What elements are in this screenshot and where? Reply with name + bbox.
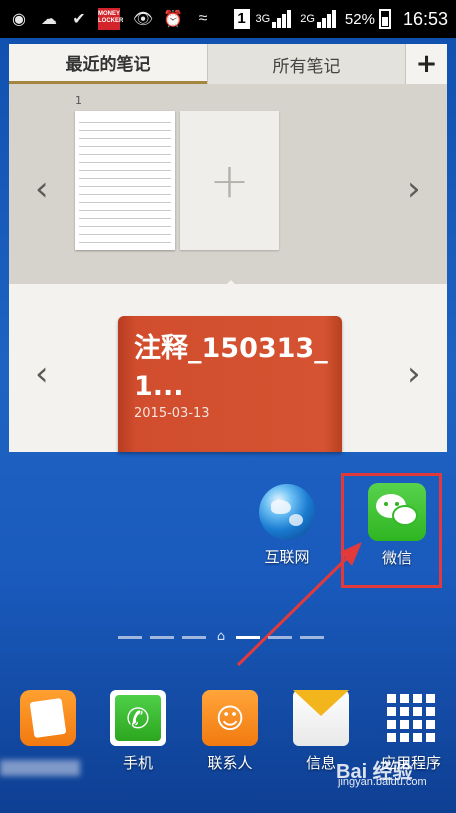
app-phone[interactable]: ✆ 手机 xyxy=(105,690,171,773)
page-dot[interactable] xyxy=(268,635,292,639)
app-label: 联系人 xyxy=(207,754,253,772)
arrow-shaft xyxy=(236,553,352,667)
app-notes[interactable] xyxy=(15,690,81,746)
page-dot[interactable] xyxy=(118,635,142,639)
page-dot[interactable] xyxy=(182,635,206,639)
app-label: 手机 xyxy=(122,754,153,772)
watermark-url: jingyan.baidu.com xyxy=(338,776,427,788)
app-contacts[interactable]: ☺ 联系人 xyxy=(195,690,265,773)
contacts-icon: ☺ xyxy=(202,690,258,746)
blurred-label xyxy=(0,760,80,776)
home-icon[interactable]: ⌂ xyxy=(214,630,228,644)
apps-grid-icon xyxy=(383,690,439,746)
notes-app-icon xyxy=(20,690,76,746)
envelope-icon xyxy=(293,690,349,746)
page-dot[interactable] xyxy=(150,635,174,639)
page-dot-active[interactable] xyxy=(236,635,260,639)
phone-icon: ✆ xyxy=(110,690,166,746)
page-dot[interactable] xyxy=(300,635,324,639)
page-indicator: ⌂ xyxy=(118,630,342,644)
phone-handset-icon: ✆ xyxy=(115,695,161,741)
